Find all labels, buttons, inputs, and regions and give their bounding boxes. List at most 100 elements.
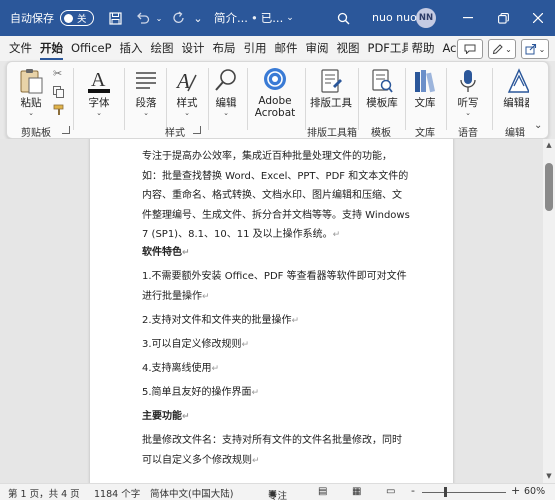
collapse-ribbon-icon[interactable]: ⌄: [534, 120, 542, 131]
styles-button[interactable]: A 样式 ⌄: [169, 66, 205, 117]
comments-button[interactable]: [457, 39, 483, 59]
format-painter-icon[interactable]: [53, 104, 65, 119]
layout-tools-group-label: 排版工具箱: [307, 128, 357, 139]
paragraph-mark-icon: ↵: [252, 455, 260, 466]
document-paragraph[interactable]: 批量修改文件名：支持对所有文件的文件名批量修改，同时可以自定义多个修改规则↵: [142, 431, 410, 471]
layout-tools-button[interactable]: 排版工具: [307, 66, 355, 109]
tab-home[interactable]: 开始: [36, 36, 67, 61]
ribbon: 粘贴 ⌄ ✂ 剪贴板 A 字体 ⌄ 段落 ⌄ A 样式 ⌄ 样式 编辑 ⌄ Ad…: [6, 61, 549, 139]
group-separator: [492, 68, 493, 130]
styles-group-label: 样式: [165, 128, 185, 139]
scroll-up-icon[interactable]: ▲: [543, 141, 555, 149]
library-label: 文库: [414, 97, 436, 109]
editing-dropdown-icon: ⌄: [505, 44, 512, 54]
read-mode-icon[interactable]: ▤: [318, 486, 327, 497]
tab-file[interactable]: 文件: [0, 36, 36, 61]
tab-pdf-tools[interactable]: PDF工具: [364, 36, 408, 61]
editing-mode-button[interactable]: ⌄: [488, 39, 516, 59]
minimize-icon[interactable]: [458, 8, 478, 28]
user-name[interactable]: nuo nuo: [372, 11, 417, 24]
adobe-acrobat-button[interactable]: Adobe Acrobat: [249, 64, 301, 119]
tab-help[interactable]: 帮助: [408, 36, 439, 61]
tab-review[interactable]: 审阅: [302, 36, 333, 61]
tab-view[interactable]: 视图: [333, 36, 364, 61]
scroll-down-icon[interactable]: ▼: [543, 472, 555, 480]
word-count[interactable]: 1184 个字: [94, 486, 140, 500]
cut-icon[interactable]: ✂: [53, 67, 62, 80]
acrobat-label: Acrobat: [254, 107, 296, 119]
tab-mailings[interactable]: 邮件: [271, 36, 302, 61]
restore-icon[interactable]: [493, 8, 513, 28]
redo-icon[interactable]: [168, 7, 190, 29]
document-heading[interactable]: 主要功能↵: [142, 407, 410, 428]
document-status: 已...: [260, 11, 284, 25]
search-icon[interactable]: [332, 7, 354, 29]
print-layout-icon[interactable]: ▦: [352, 486, 361, 497]
autosave-state: 关: [77, 14, 87, 25]
document-paragraph[interactable]: 1.不需要额外安装 Office、PDF 等查看器等软件即可对文件进行批量操作↵: [142, 267, 410, 307]
undo-icon[interactable]: [132, 7, 154, 29]
paste-dropdown-icon: ⌄: [28, 109, 34, 117]
title-bar: 自动保存 关 ⌄ ⌄ 简介... • 已... ⌄ nuo nuo NN: [0, 0, 555, 36]
document-paragraph[interactable]: 3.可以自定义修改规则↵: [142, 335, 410, 356]
zoom-level[interactable]: 60%: [524, 486, 545, 497]
group-separator: [166, 68, 167, 130]
voice-group-label: 语音: [458, 128, 478, 139]
group-separator: [358, 68, 359, 130]
document-paragraph[interactable]: 4.支持离线使用↵: [142, 359, 410, 380]
document-page[interactable]: 专注于提高办公效率，集成近百种批量处理文件的功能，如：批量查找替换 Word、E…: [90, 139, 453, 483]
editor-label: 编辑器: [503, 97, 529, 109]
library-button[interactable]: 文库: [408, 66, 442, 109]
paragraph-mark-icon: ↵: [182, 248, 190, 258]
document-paragraph[interactable]: 5.简单且友好的操作界面↵: [142, 383, 410, 404]
save-icon[interactable]: [104, 7, 126, 29]
styles-launcher-icon[interactable]: [193, 126, 201, 134]
template-library-button[interactable]: 模板库: [360, 66, 404, 109]
editing-button[interactable]: 编辑 ⌄: [209, 66, 243, 117]
undo-dropdown-icon[interactable]: ⌄: [154, 7, 164, 29]
document-title[interactable]: 简介... • 已... ⌄: [214, 10, 294, 26]
paragraph-button[interactable]: 段落 ⌄: [126, 66, 166, 117]
document-paragraph[interactable]: 专注于提高办公效率，集成近百种批量处理文件的功能，如：批量查找替换 Word、E…: [142, 147, 410, 246]
svg-text:A: A: [91, 69, 106, 91]
document-heading[interactable]: 软件特色↵: [142, 243, 410, 264]
magnifier-icon: [214, 66, 238, 96]
tab-references[interactable]: 引用: [240, 36, 271, 61]
document-paragraph[interactable]: 2.支持对文件和文件夹的批量操作↵: [142, 311, 410, 332]
page-info[interactable]: 第 1 页，共 4 页: [8, 486, 80, 500]
editor-icon: [507, 66, 529, 96]
dictate-label: 听写: [457, 97, 479, 109]
clipboard-launcher-icon[interactable]: [62, 126, 70, 134]
template-library-icon: [370, 66, 394, 96]
language-indicator[interactable]: 简体中文(中国大陆): [150, 486, 233, 500]
dictate-button[interactable]: 听写 ⌄: [451, 66, 485, 117]
toggle-knob: [64, 13, 73, 23]
zoom-slider[interactable]: [422, 492, 506, 493]
svg-text:A: A: [175, 69, 190, 93]
paragraph-mark-icon: ↵: [202, 291, 210, 302]
styles-label: 样式: [176, 97, 198, 109]
vertical-scrollbar[interactable]: ▲ ▼: [543, 139, 555, 483]
avatar[interactable]: NN: [416, 8, 436, 28]
customize-toolbar-icon[interactable]: ⌄: [192, 7, 204, 29]
font-button[interactable]: A 字体 ⌄: [79, 66, 119, 117]
tab-insert[interactable]: 插入: [116, 36, 147, 61]
adobe-acrobat-icon: [262, 64, 288, 94]
tab-layout[interactable]: 布局: [209, 36, 240, 61]
tab-officeplus[interactable]: OfficeP: [67, 36, 116, 61]
autosave-toggle[interactable]: 关: [60, 10, 94, 26]
zoom-slider-thumb[interactable]: [444, 487, 448, 497]
zoom-out-button[interactable]: -: [411, 484, 415, 497]
editing-label: 编辑: [215, 97, 237, 109]
tab-draw[interactable]: 绘图: [147, 36, 178, 61]
share-button[interactable]: ⌄: [521, 39, 549, 59]
editor-button[interactable]: 编辑器: [499, 66, 529, 109]
close-icon[interactable]: [528, 8, 548, 28]
tab-design[interactable]: 设计: [178, 36, 209, 61]
zoom-in-button[interactable]: +: [511, 484, 520, 497]
paste-button[interactable]: 粘贴 ⌄: [13, 66, 49, 117]
scrollbar-thumb[interactable]: [545, 163, 553, 211]
layout-tools-icon: [319, 66, 343, 96]
web-layout-icon[interactable]: ▭: [386, 486, 395, 497]
copy-icon[interactable]: [53, 86, 64, 101]
